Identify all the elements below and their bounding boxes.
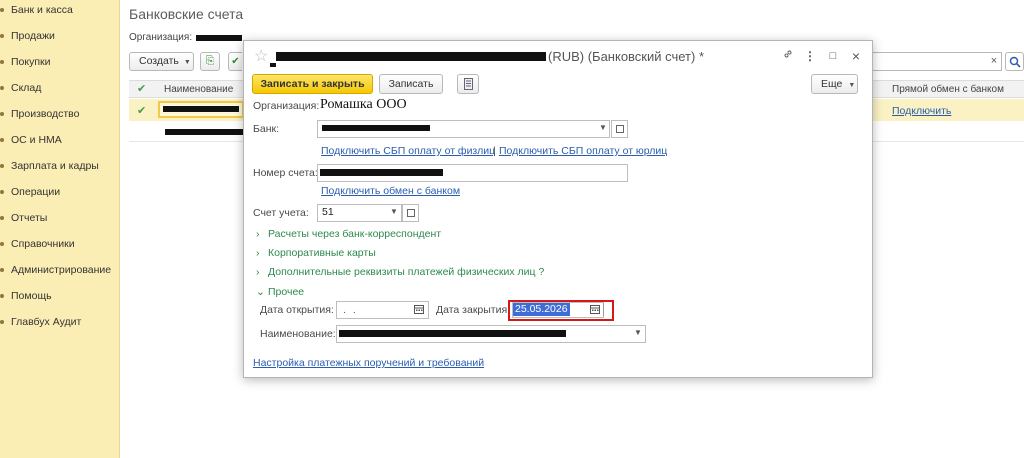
- create-button[interactable]: Создать ▼: [129, 52, 194, 71]
- sbp-individual-link[interactable]: Подключить СБП оплату от физлиц: [321, 145, 495, 157]
- help-icon[interactable]: ?: [538, 266, 544, 278]
- sidebar-item-directories[interactable]: Справочники: [0, 234, 120, 254]
- maximize-icon[interactable]: □: [826, 48, 840, 64]
- calendar-icon[interactable]: [412, 302, 428, 318]
- org-filter-label: Организация:: [129, 32, 193, 43]
- open-icon[interactable]: [611, 120, 628, 138]
- redacted-account-name: [165, 129, 243, 135]
- sidebar-item-administration[interactable]: Администрирование: [0, 260, 120, 280]
- org-value: Ромашка ООО: [320, 97, 407, 112]
- chevron-right-icon: ›: [256, 266, 260, 278]
- calendar-shape: [414, 305, 424, 314]
- check-icon: ✔: [137, 105, 147, 117]
- org-filter-redacted-value: [196, 35, 242, 41]
- org-label: Организация:: [253, 100, 320, 112]
- chevron-right-icon: ›: [256, 247, 260, 259]
- ledger-account-value: 51: [322, 206, 334, 218]
- sidebar-item-bank-cash[interactable]: Банк и касса: [0, 0, 120, 20]
- document-icon: [464, 78, 473, 90]
- save-button[interactable]: Записать: [379, 74, 443, 94]
- ledger-account-label: Счет учета:: [253, 207, 309, 219]
- link-icon[interactable]: [781, 48, 795, 64]
- sidebar-item-sales[interactable]: Продажи: [0, 26, 120, 46]
- sidebar-item-reports[interactable]: Отчеты: [0, 208, 120, 228]
- more-button[interactable]: Еще ▼: [811, 74, 858, 94]
- link-icon-shape: [784, 50, 792, 58]
- group-other[interactable]: ⌄ Прочее: [256, 286, 304, 302]
- close-icon[interactable]: ×: [849, 48, 863, 64]
- page-title: Банковские счета: [129, 6, 244, 22]
- payment-settings-link[interactable]: Настройка платежных поручений и требован…: [253, 357, 484, 369]
- bank-label: Банк:: [253, 123, 280, 135]
- kebab-menu-icon[interactable]: ⋮: [803, 48, 817, 64]
- link-separator: |: [493, 145, 496, 157]
- star-icon[interactable]: ☆: [254, 46, 268, 66]
- search-input[interactable]: [872, 52, 1002, 71]
- save-and-close-button[interactable]: Записать и закрыть: [252, 74, 373, 94]
- group-corporate-cards[interactable]: › Корпоративные карты: [256, 247, 376, 263]
- sbp-legal-link[interactable]: Подключить СБП оплату от юрлиц: [499, 145, 667, 157]
- sidebar-item-salary[interactable]: Зарплата и кадры: [0, 156, 120, 176]
- chevron-right-icon: ›: [256, 228, 260, 240]
- name-label: Наименование:: [260, 328, 336, 340]
- close-icon[interactable]: ×: [986, 52, 1002, 71]
- chevron-down-icon[interactable]: ▼: [596, 120, 610, 138]
- sidebar-item-audit[interactable]: Главбух Аудит: [0, 312, 120, 332]
- column-header-name[interactable]: Наименование: [164, 84, 233, 95]
- column-header-direct-exchange[interactable]: Прямой обмен с банком: [892, 84, 1004, 95]
- sidebar-item-fixed-assets[interactable]: ОС и НМА: [0, 130, 120, 150]
- search-button[interactable]: [1005, 52, 1024, 71]
- redacted-account-number: [320, 169, 443, 176]
- sidebar-item-help[interactable]: Помощь: [0, 286, 120, 306]
- group-correspondent[interactable]: › Расчеты через банк-корреспондент: [256, 228, 441, 244]
- redacted-title: [276, 52, 546, 61]
- dialog-title: (RUB) (Банковский счет) *: [548, 49, 705, 64]
- redacted-account-name: [163, 106, 239, 112]
- chevron-down-icon: ▼: [848, 82, 856, 89]
- chevron-down-icon: ⌄: [256, 286, 265, 298]
- bank-exchange-link[interactable]: Подключить обмен с банком: [321, 185, 460, 197]
- open-date-value: . .: [343, 304, 358, 316]
- redacted-name: [339, 330, 566, 337]
- account-number-label: Номер счета:: [253, 167, 318, 179]
- highlight-frame: [508, 300, 614, 321]
- open-date-label: Дата открытия:: [260, 304, 334, 316]
- sidebar-item-warehouse[interactable]: Склад: [0, 78, 120, 98]
- redacted-title: [270, 63, 276, 67]
- chevron-down-icon[interactable]: ▼: [631, 325, 645, 343]
- group-extra-details[interactable]: › Дополнительные реквизиты платежей физич…: [256, 266, 544, 282]
- redacted-bank: [322, 125, 430, 131]
- open-icon[interactable]: [402, 204, 419, 222]
- search-icon: [1009, 56, 1021, 68]
- copy-icon[interactable]: ⎘: [200, 52, 220, 71]
- connect-link[interactable]: Подключить: [892, 105, 951, 117]
- check-icon: ✔: [137, 83, 147, 95]
- chevron-down-icon[interactable]: ▼: [387, 204, 401, 222]
- sidebar-item-purchases[interactable]: Покупки: [0, 52, 120, 72]
- close-date-label: Дата закрытия:: [436, 304, 511, 316]
- sidebar-item-production[interactable]: Производство: [0, 104, 120, 124]
- chevron-down-icon: ▼: [183, 59, 191, 66]
- report-button[interactable]: [457, 74, 479, 94]
- sidebar-item-operations[interactable]: Операции: [0, 182, 120, 202]
- check-icon[interactable]: ✔: [228, 52, 242, 71]
